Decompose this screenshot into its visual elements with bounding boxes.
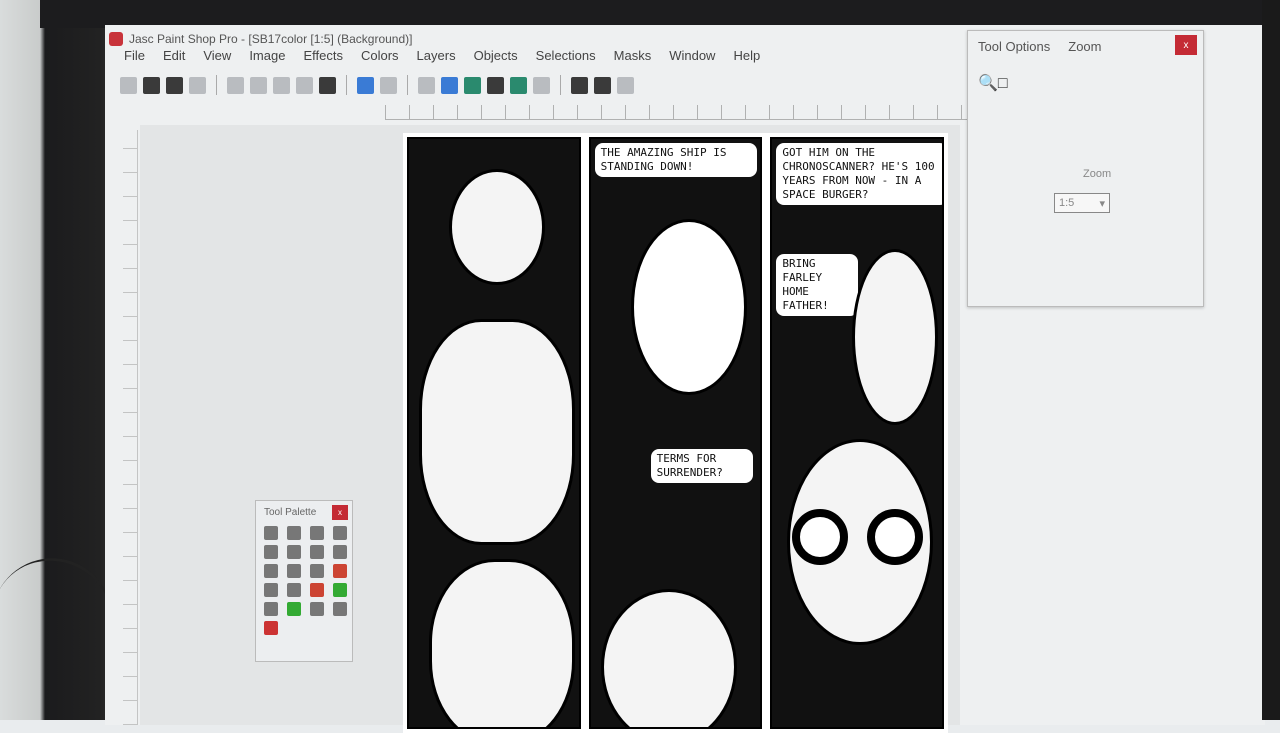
paintbrush-tool-icon[interactable] [287, 564, 301, 578]
zoom-icon: 🔍□ [978, 75, 1008, 92]
ruler-horizontal [385, 105, 975, 120]
ruler-vertical [123, 130, 138, 725]
tool-options-panel: Tool Options Zoom x 🔍□ Zoom 1:5 ▾ [967, 30, 1204, 307]
menu-objects[interactable]: Objects [465, 45, 527, 66]
copy-icon[interactable] [296, 76, 313, 94]
undo-icon[interactable] [227, 76, 244, 94]
fullscreen-icon[interactable] [533, 76, 550, 94]
monitor-bezel-right [1262, 0, 1280, 720]
save-icon[interactable] [166, 76, 183, 94]
menu-colors[interactable]: Colors [352, 45, 408, 66]
magic-wand-icon[interactable] [333, 545, 347, 559]
redo-icon[interactable] [250, 76, 267, 94]
menu-image[interactable]: Image [240, 45, 294, 66]
zoom-tool-icon[interactable] [287, 526, 301, 540]
divider [560, 75, 561, 95]
divider [407, 75, 408, 95]
selection-tool-icon[interactable] [287, 545, 301, 559]
menu-edit[interactable]: Edit [154, 45, 194, 66]
tool-options-title: Tool Options Zoom [978, 39, 1120, 54]
tool-grid [256, 518, 352, 643]
draw-tool-icon[interactable] [333, 602, 347, 616]
menu-selections[interactable]: Selections [527, 45, 605, 66]
grid-icon[interactable] [617, 76, 634, 94]
menu-masks[interactable]: Masks [605, 45, 661, 66]
monitor-icon[interactable] [357, 76, 374, 94]
zoom-value: 1:5 [1059, 197, 1075, 209]
comic-art [630, 219, 747, 395]
comic-art [600, 589, 737, 727]
close-button[interactable]: x [1175, 35, 1197, 55]
paste-icon[interactable] [319, 76, 336, 94]
layers-icon[interactable] [464, 76, 481, 94]
picture-tube-icon[interactable] [333, 583, 347, 597]
flood-fill-icon[interactable] [287, 602, 301, 616]
speech-bubble: The amazing ship is standing down! [594, 143, 757, 177]
menu-window[interactable]: Window [660, 45, 724, 66]
histogram-icon[interactable] [487, 76, 504, 94]
cancel-icon[interactable] [380, 76, 397, 94]
comic-panel-2: The amazing ship is standing down! Terms… [588, 137, 763, 729]
preset-shapes-icon[interactable] [264, 621, 278, 635]
menu-help[interactable]: Help [724, 45, 769, 66]
goggle-art [792, 509, 849, 565]
open-icon[interactable] [143, 76, 160, 94]
tool-name: Zoom [1068, 39, 1102, 54]
dropper-tool-icon[interactable] [264, 564, 278, 578]
close-button[interactable]: x [332, 505, 348, 520]
speech-bubble: Got him on the chronoscanner? He's 100 y… [776, 143, 943, 205]
window-title: Jasc Paint Shop Pro - [SB17color [1:5] (… [129, 32, 413, 46]
screen: Jasc Paint Shop Pro - [SB17color [1:5] (… [105, 25, 1265, 733]
binoculars-icon[interactable] [594, 76, 611, 94]
cut-icon[interactable] [273, 76, 290, 94]
comic-art [419, 319, 575, 545]
clone-tool-icon[interactable] [310, 564, 324, 578]
tool-palette: Tool Palette x [255, 500, 353, 662]
crop-tool-icon[interactable] [333, 526, 347, 540]
comic-art [429, 559, 575, 727]
zoom-select[interactable]: 1:5 ▾ [1054, 193, 1110, 213]
menu-file[interactable]: File [115, 45, 154, 66]
menu-layers[interactable]: Layers [408, 45, 465, 66]
overview-icon[interactable] [510, 76, 527, 94]
menu-view[interactable]: View [194, 45, 240, 66]
print-icon[interactable] [189, 76, 206, 94]
comic-panel-1 [407, 137, 581, 729]
comic-art [449, 169, 545, 285]
app-icon [109, 32, 123, 46]
airbrush-tool-icon[interactable] [264, 602, 278, 616]
scratch-remover-icon[interactable] [287, 583, 301, 597]
eraser-tool-icon[interactable] [310, 583, 324, 597]
palette-icon[interactable] [441, 76, 458, 94]
speech-bubble: Bring Farley home father! [776, 254, 859, 316]
comic-art [852, 249, 939, 425]
divider [216, 75, 217, 95]
speech-bubble: Terms for surrender? [650, 449, 753, 483]
menu-bar: File Edit View Image Effects Colors Laye… [115, 45, 769, 66]
move-tool-icon[interactable] [264, 545, 278, 559]
chevron-down-icon: ▾ [1099, 197, 1105, 210]
new-icon[interactable] [120, 76, 137, 94]
monitor-bezel-top [40, 0, 1280, 28]
tool-options-label: Tool Options [978, 39, 1051, 54]
freehand-tool-icon[interactable] [310, 545, 324, 559]
divider [346, 75, 347, 95]
menu-effects[interactable]: Effects [294, 45, 352, 66]
comic-image-canvas[interactable]: The amazing ship is standing down! Terms… [403, 133, 948, 733]
help-icon[interactable] [571, 76, 588, 94]
color-replacer-icon[interactable] [333, 564, 347, 578]
comic-panel-3: Got him on the chronoscanner? He's 100 y… [770, 137, 945, 729]
pan-tool-icon[interactable] [264, 526, 278, 540]
toolbar [120, 75, 634, 95]
goggle-art [867, 509, 924, 565]
toggle-icon[interactable] [418, 76, 435, 94]
zoom-label: Zoom [1083, 168, 1112, 180]
deform-tool-icon[interactable] [310, 526, 324, 540]
text-tool-icon[interactable] [310, 602, 324, 616]
retouch-tool-icon[interactable] [264, 583, 278, 597]
